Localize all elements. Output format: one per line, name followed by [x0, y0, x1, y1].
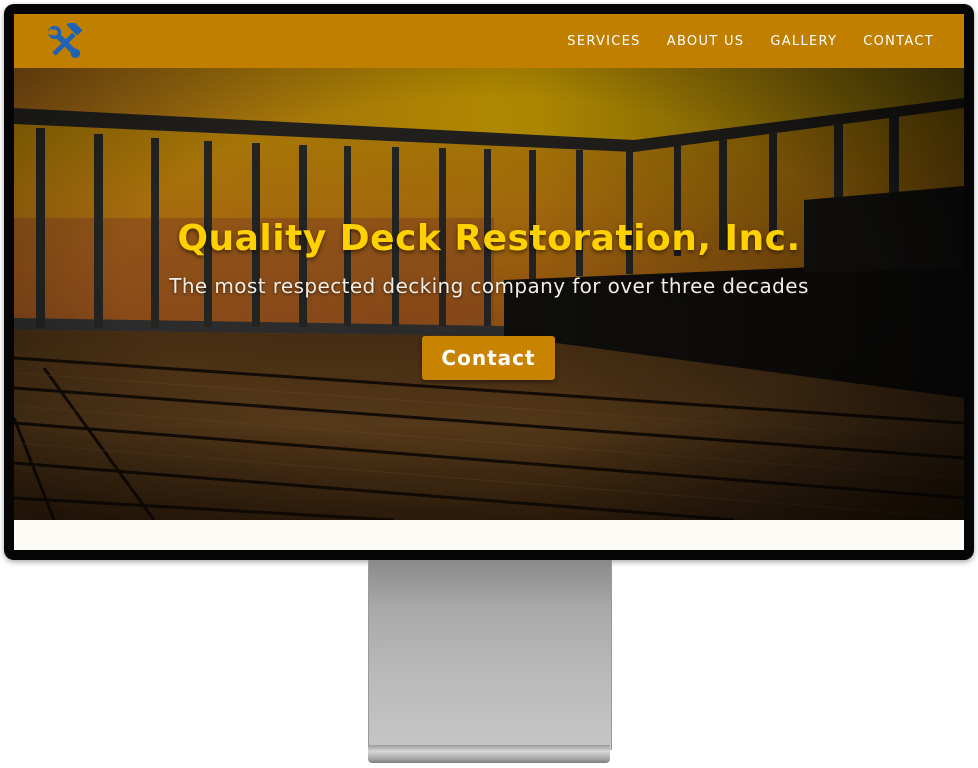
nav-contact[interactable]: CONTACT	[863, 34, 934, 49]
hero-content: Quality Deck Restoration, Inc. The most …	[14, 68, 964, 520]
browser-viewport: SERVICES ABOUT US GALLERY CONTACT Qualit…	[14, 14, 964, 550]
page-content-start	[14, 520, 964, 550]
home-logo-link[interactable]	[46, 23, 84, 59]
hero-section: Quality Deck Restoration, Inc. The most …	[14, 68, 964, 520]
hero-title: Quality Deck Restoration, Inc.	[177, 218, 801, 259]
hammer-wrench-icon	[47, 23, 82, 59]
nav-gallery[interactable]: GALLERY	[770, 34, 837, 49]
monitor-stand-foot	[368, 745, 610, 763]
monitor-stand	[368, 560, 612, 750]
contact-button[interactable]: Contact	[422, 336, 555, 380]
nav-services[interactable]: SERVICES	[567, 34, 640, 49]
top-navbar: SERVICES ABOUT US GALLERY CONTACT	[14, 14, 964, 68]
nav-about-us[interactable]: ABOUT US	[667, 34, 745, 49]
monitor-frame: SERVICES ABOUT US GALLERY CONTACT Qualit…	[4, 4, 974, 560]
hero-subtitle: The most respected decking company for o…	[169, 274, 809, 298]
main-nav: SERVICES ABOUT US GALLERY CONTACT	[567, 34, 934, 49]
